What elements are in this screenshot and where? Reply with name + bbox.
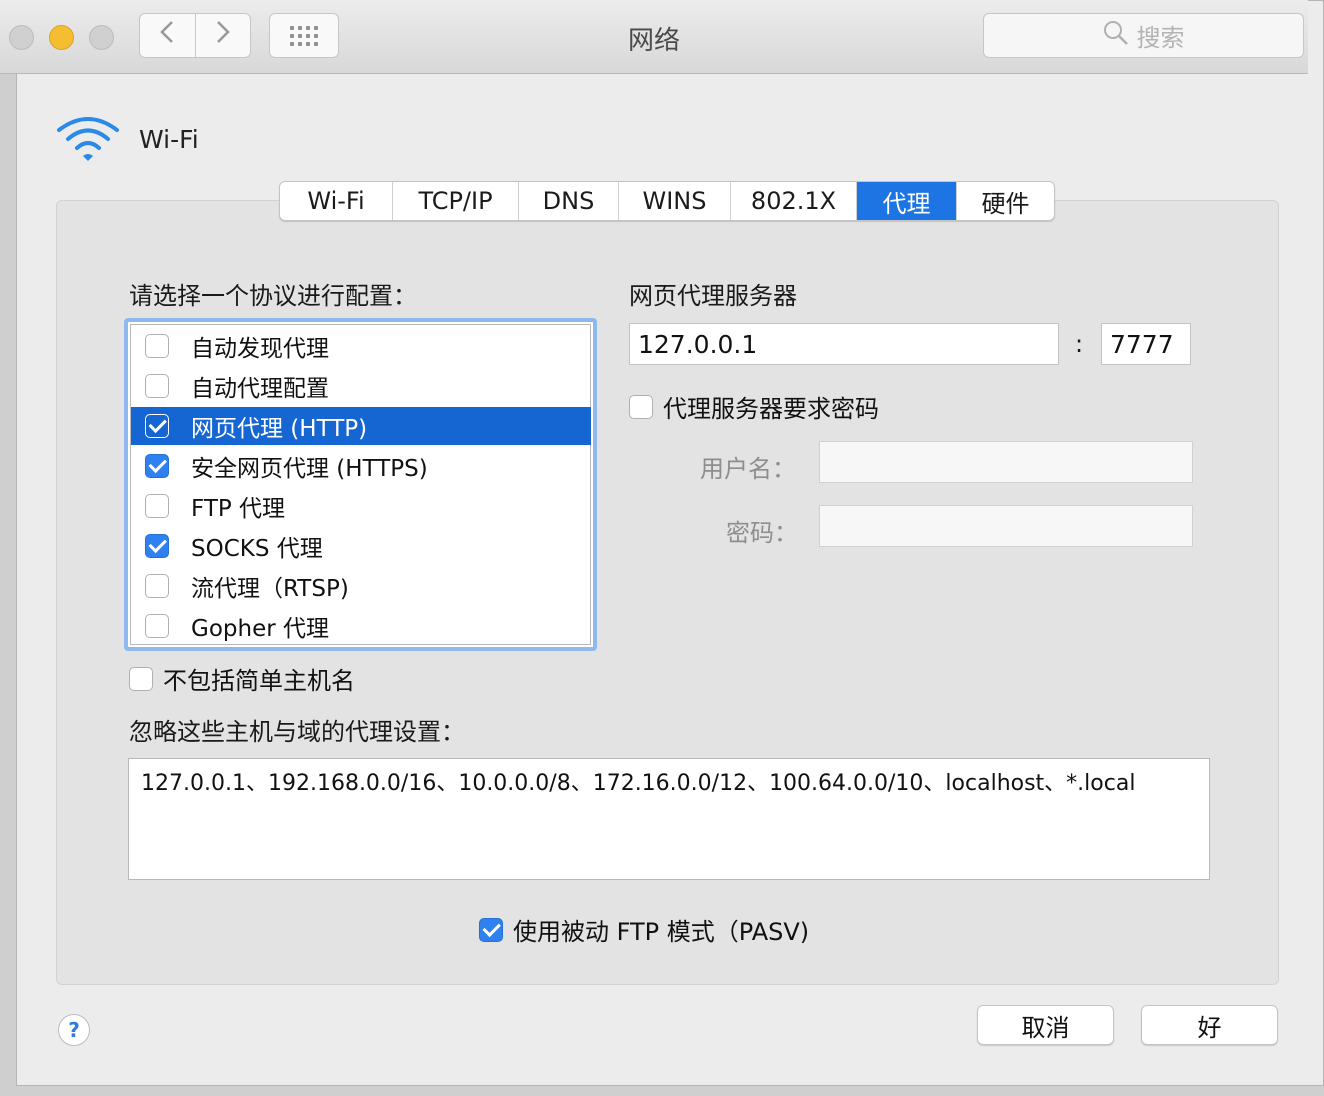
minimize-window-button[interactable] — [49, 25, 74, 50]
exclude-simple-hostnames-option[interactable]: 不包括简单主机名 — [129, 661, 355, 696]
proxy-server-heading: 网页代理服务器 — [629, 282, 797, 310]
passive-ftp-option[interactable]: 使用被动 FTP 模式（PASV) — [479, 912, 809, 947]
ok-button[interactable]: 好 — [1141, 1005, 1278, 1045]
forward-button[interactable] — [194, 14, 251, 57]
passive-ftp-label: 使用被动 FTP 模式（PASV) — [513, 918, 810, 946]
window-title: 网络 — [627, 26, 680, 56]
password-field[interactable] — [819, 505, 1193, 547]
tab-hardware[interactable]: 硬件 — [956, 182, 1054, 220]
exclude-simple-hostnames-checkbox[interactable] — [129, 666, 153, 691]
close-window-button[interactable] — [9, 25, 34, 50]
cancel-button[interactable]: 取消 — [977, 1005, 1114, 1045]
exclude-simple-hostnames-label: 不包括简单主机名 — [163, 667, 355, 695]
protocol-row-ftp[interactable]: FTP 代理 — [131, 487, 591, 525]
proxy-port-field[interactable]: 7777 — [1101, 323, 1191, 365]
checkbox[interactable] — [145, 454, 169, 478]
search-placeholder: 搜索 — [1136, 24, 1185, 52]
protocol-label: 流代理（RTSP) — [191, 576, 349, 602]
requires-password-checkbox[interactable] — [629, 394, 653, 419]
title-bar: 网络 搜索 — [0, 0, 1308, 74]
tab-tcpip[interactable]: TCP/IP — [392, 182, 518, 220]
zoom-window-button[interactable] — [89, 25, 114, 50]
chevron-left-icon — [160, 20, 174, 51]
checkbox[interactable] — [145, 414, 169, 438]
protocol-label: 安全网页代理 (HTTPS) — [191, 456, 428, 482]
username-label: 用户名： — [700, 455, 796, 483]
bypass-hosts-textarea[interactable]: 127.0.0.1、192.168.0.0/16、10.0.0.0/8、172.… — [128, 758, 1210, 880]
chevron-right-icon — [216, 20, 230, 51]
protocol-label: FTP 代理 — [191, 496, 286, 522]
protocol-row-rtsp[interactable]: 流代理（RTSP) — [131, 567, 591, 605]
protocol-label: 网页代理 (HTTP) — [191, 416, 368, 442]
search-field[interactable]: 搜索 — [983, 13, 1304, 58]
protocol-row-gopher[interactable]: Gopher 代理 — [131, 607, 591, 645]
back-button[interactable] — [140, 14, 195, 57]
protocol-label: SOCKS 代理 — [191, 536, 323, 562]
protocol-list-heading: 请选择一个协议进行配置： — [129, 282, 417, 310]
back-forward-control — [139, 13, 251, 58]
protocol-row-https[interactable]: 安全网页代理 (HTTPS) — [131, 447, 591, 485]
username-field[interactable] — [819, 441, 1193, 483]
protocol-list[interactable]: 自动发现代理 自动代理配置 网页代理 (HTTP) 安全网页代理 (HTTPS)… — [124, 318, 597, 651]
protocol-label: Gopher 代理 — [191, 616, 329, 642]
protocol-row-socks[interactable]: SOCKS 代理 — [131, 527, 591, 565]
network-header: Wi-Fi — [55, 112, 199, 166]
wifi-icon — [55, 112, 121, 166]
checkbox[interactable] — [145, 374, 169, 398]
tab-wifi[interactable]: Wi-Fi — [280, 182, 392, 220]
checkbox[interactable] — [145, 574, 169, 598]
settings-tabs: Wi-Fi TCP/IP DNS WINS 802.1X 代理 硬件 — [279, 181, 1055, 221]
tab-dns[interactable]: DNS — [518, 182, 618, 220]
tab-proxies[interactable]: 代理 — [856, 182, 956, 220]
requires-password-option[interactable]: 代理服务器要求密码 — [629, 389, 879, 424]
host-port-separator: : — [1075, 330, 1084, 358]
grid-icon — [290, 25, 318, 46]
passive-ftp-checkbox[interactable] — [479, 917, 503, 942]
show-all-button[interactable] — [269, 13, 339, 58]
tab-8021x[interactable]: 802.1X — [730, 182, 856, 220]
network-name: Wi-Fi — [139, 124, 199, 154]
requires-password-label: 代理服务器要求密码 — [663, 395, 879, 423]
tab-wins[interactable]: WINS — [618, 182, 730, 220]
protocol-row-auto-config[interactable]: 自动代理配置 — [131, 367, 591, 405]
protocol-row-http[interactable]: 网页代理 (HTTP) — [131, 407, 591, 445]
help-button[interactable]: ? — [58, 1014, 90, 1046]
password-label: 密码： — [726, 519, 798, 547]
protocol-row-auto-discovery[interactable]: 自动发现代理 — [131, 327, 591, 365]
protocol-label: 自动发现代理 — [191, 336, 329, 362]
checkbox[interactable] — [145, 614, 169, 638]
checkbox[interactable] — [145, 334, 169, 358]
checkbox[interactable] — [145, 494, 169, 518]
proxy-host-field[interactable]: 127.0.0.1 — [629, 323, 1059, 365]
checkbox[interactable] — [145, 534, 169, 558]
protocol-label: 自动代理配置 — [191, 376, 329, 402]
bypass-heading: 忽略这些主机与域的代理设置： — [129, 718, 465, 746]
search-icon — [1103, 20, 1129, 52]
